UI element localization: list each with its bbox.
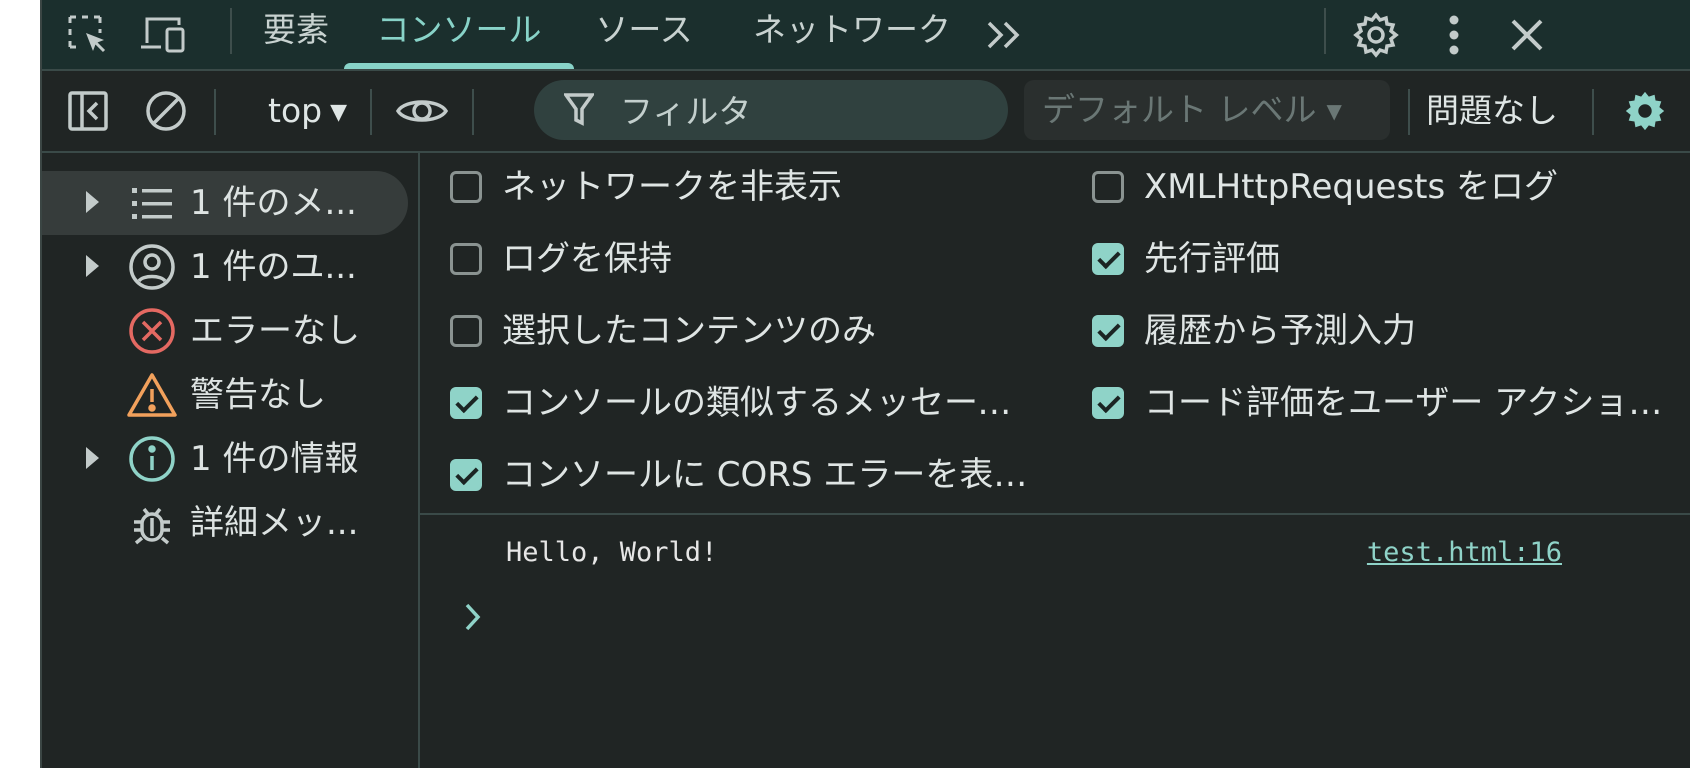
sidebar-item-label: 詳細メッ... [190, 503, 359, 543]
console-message: Hello, World! [506, 537, 718, 568]
setting-hide-network[interactable]: ネットワークを非表示 [450, 157, 1030, 217]
checkbox[interactable] [1092, 387, 1124, 419]
tab-network[interactable]: ネットワーク [748, 0, 956, 69]
checkbox[interactable] [1092, 315, 1124, 347]
console-settings-pane: ネットワークを非表示 ログを保持 選択したコンテンツのみ コンソールの類似するメ… [420, 153, 1690, 515]
console-settings-gear-icon[interactable] [1620, 71, 1670, 151]
console-filter [534, 80, 1008, 142]
console-toolbar: top▼ デフォルト レベル▼ 問題なし [42, 71, 1690, 153]
log-levels-dropdown[interactable]: デフォルト レベル ▼ [1024, 80, 1390, 140]
message-source-link[interactable]: test.html:16 [1367, 528, 1562, 578]
setting-show-cors-errors[interactable]: コンソールに CORS エラーを表… [450, 445, 1030, 505]
expand-triangle-icon[interactable] [86, 255, 99, 277]
sidebar-item-messages[interactable]: 1 件のメ... [42, 171, 408, 235]
sidebar-item-label: 1 件のメ... [190, 183, 357, 223]
filter-funnel-icon [562, 92, 596, 132]
close-icon[interactable] [1504, 0, 1550, 69]
sidebar-item-label: 1 件の情報 [190, 439, 359, 479]
sidebar-item-label: エラーなし [190, 311, 360, 351]
devtools-tab-bar: 要素 コンソール ソース ネットワーク [42, 0, 1690, 71]
setting-selected-context-only[interactable]: 選択したコンテンツのみ [450, 301, 1030, 361]
setting-label: XMLHttpRequests をログ [1144, 167, 1559, 207]
setting-user-activation-eval[interactable]: コード評価をユーザー アクショ… [1092, 373, 1690, 433]
devtools-panel: 要素 コンソール ソース ネットワーク top ▼ フィルタ デフォルト レベル… [40, 0, 1690, 768]
setting-eager-evaluation[interactable]: 先行評価 [1092, 229, 1690, 289]
sidebar-item-errors[interactable]: エラーなし [42, 299, 418, 363]
checkbox[interactable] [1092, 171, 1124, 203]
error-circle-icon [126, 305, 178, 357]
checkbox[interactable] [450, 171, 482, 203]
setting-log-xhr[interactable]: XMLHttpRequests をログ [1092, 157, 1690, 217]
setting-label: ネットワークを非表示 [502, 167, 842, 207]
sidebar-item-label: 1 件のユ... [190, 247, 357, 287]
sidebar-item-label: 警告なし [190, 375, 326, 415]
device-toolbar-icon[interactable] [138, 0, 190, 69]
tab-elements[interactable]: 要素 [252, 0, 340, 69]
list-icon [126, 177, 178, 229]
console-prompt-input[interactable] [510, 600, 1610, 640]
checkbox[interactable] [450, 387, 482, 419]
warning-triangle-icon [126, 369, 178, 421]
sidebar-item-verbose[interactable]: 詳細メッ... [42, 491, 418, 555]
checkbox[interactable] [1092, 243, 1124, 275]
js-context-select[interactable]: top ▼ [268, 71, 347, 151]
chevron-right-icon [462, 600, 502, 640]
user-circle-icon [126, 241, 178, 293]
clear-console-icon[interactable] [142, 71, 190, 151]
issues-counter[interactable]: 問題なし [1426, 71, 1558, 151]
tab-sources[interactable]: ソース [594, 0, 694, 69]
console-sidebar: 1 件のメ... 1 件のユ... エラーなし 警告なし 1 件の情報 詳細メッ… [42, 153, 420, 768]
more-vertical-icon[interactable] [1434, 0, 1474, 69]
element-picker-icon[interactable] [64, 0, 112, 69]
expand-triangle-icon[interactable] [86, 447, 99, 469]
setting-preserve-log[interactable]: ログを保持 [450, 229, 1030, 289]
info-circle-icon [126, 433, 178, 485]
sidebar-toggle-icon[interactable] [64, 71, 112, 151]
sidebar-item-warnings[interactable]: 警告なし [42, 363, 418, 427]
setting-label: 選択したコンテンツのみ [502, 311, 876, 351]
setting-label: 履歴から予測入力 [1144, 311, 1416, 351]
tab-console[interactable]: コンソール [344, 0, 574, 69]
checkbox[interactable] [450, 315, 482, 347]
setting-autocomplete-history[interactable]: 履歴から予測入力 [1092, 301, 1690, 361]
sidebar-item-info[interactable]: 1 件の情報 [42, 427, 418, 491]
filter-input[interactable] [618, 80, 992, 142]
checkbox[interactable] [450, 243, 482, 275]
expand-triangle-icon[interactable] [86, 191, 99, 213]
chevron-double-right-icon[interactable] [980, 0, 1028, 69]
setting-label: コンソールに CORS エラーを表… [502, 455, 1028, 495]
live-expression-eye-icon[interactable] [394, 71, 450, 151]
setting-label: コンソールの類似するメッセージ… [502, 383, 1030, 423]
sidebar-item-user-messages[interactable]: 1 件のユ... [42, 235, 418, 299]
bug-icon [126, 497, 178, 549]
setting-label: ログを保持 [502, 239, 672, 279]
settings-gear-icon[interactable] [1350, 0, 1402, 69]
checkbox[interactable] [450, 459, 482, 491]
setting-group-similar[interactable]: コンソールの類似するメッセージ… [450, 373, 1030, 433]
setting-label: 先行評価 [1144, 239, 1280, 279]
setting-label: コード評価をユーザー アクショ… [1144, 383, 1663, 423]
